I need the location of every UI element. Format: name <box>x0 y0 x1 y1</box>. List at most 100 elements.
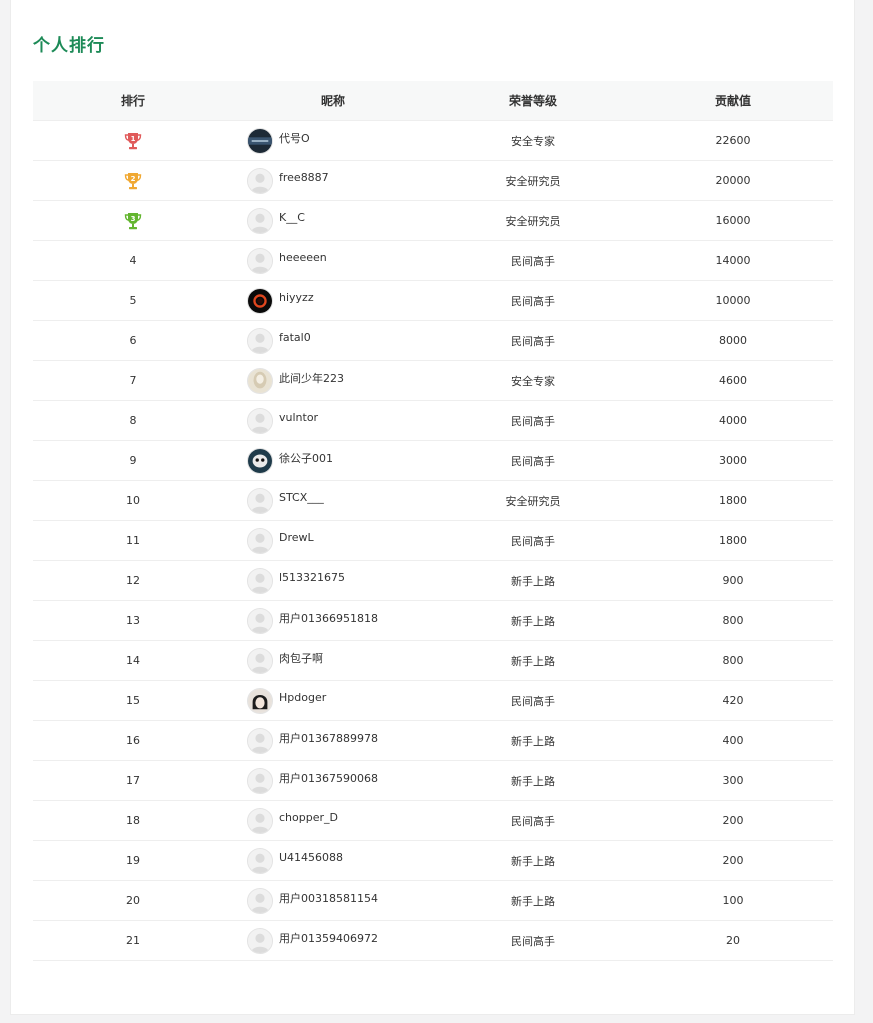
avatar[interactable] <box>247 447 273 474</box>
rank-number: 14 <box>126 654 140 667</box>
nickname-cell: 徐公子001 <box>233 447 433 474</box>
nickname-link[interactable]: l513321675 <box>279 571 345 584</box>
table-row: 18 chopper_D 民间高手 200 <box>33 801 833 841</box>
nickname-link[interactable]: 代号O <box>279 130 310 146</box>
honor-level: 民间高手 <box>511 934 555 948</box>
ranking-card: 个人排行 排行 昵称 荣誉等级 贡献值 1 代号O 安全专家 22600 2 free88… <box>10 0 855 1015</box>
table-row: 5 hiyyzz 民间高手 10000 <box>33 281 833 321</box>
contribution-value: 800 <box>722 654 744 667</box>
avatar[interactable] <box>247 687 273 714</box>
nickname-link[interactable]: chopper_D <box>279 811 338 824</box>
avatar[interactable] <box>247 367 273 394</box>
nickname-cell: 肉包子啊 <box>233 647 433 674</box>
honor-level: 安全研究员 <box>505 174 561 188</box>
nickname-cell: chopper_D <box>233 807 433 834</box>
nickname-link[interactable]: 用户01366951818 <box>279 610 378 626</box>
nickname-link[interactable]: 用户00318581154 <box>279 890 378 906</box>
avatar[interactable] <box>247 327 273 354</box>
rank-number: 16 <box>126 734 140 747</box>
avatar[interactable] <box>247 927 273 954</box>
nickname-cell: heeeeen <box>233 247 433 274</box>
nickname-cell: l513321675 <box>233 567 433 594</box>
table-row: 7 此间少年223 安全专家 4600 <box>33 361 833 401</box>
rank-number: 15 <box>126 694 140 707</box>
nickname-cell: U41456088 <box>233 847 433 874</box>
nickname-cell: vulntor <box>233 407 433 434</box>
contribution-value: 20 <box>726 934 740 947</box>
nickname-link[interactable]: 用户01359406972 <box>279 930 378 946</box>
avatar[interactable] <box>247 887 273 914</box>
contribution-value: 200 <box>722 854 744 867</box>
avatar[interactable] <box>247 487 273 514</box>
honor-level: 新手上路 <box>511 614 555 628</box>
rank-trophy-icon: 2 <box>33 171 233 191</box>
avatar[interactable] <box>247 567 273 594</box>
table-row: 15 Hpdoger 民间高手 420 <box>33 681 833 721</box>
avatar[interactable] <box>247 807 273 834</box>
svg-text:1: 1 <box>131 135 136 143</box>
nickname-link[interactable]: U41456088 <box>279 851 343 864</box>
nickname-link[interactable]: 此间少年223 <box>279 370 344 386</box>
nickname-link[interactable]: DrewL <box>279 531 314 544</box>
table-row: 1 代号O 安全专家 22600 <box>33 121 833 161</box>
honor-level: 新手上路 <box>511 854 555 868</box>
nickname-cell: 用户00318581154 <box>233 887 433 914</box>
avatar[interactable] <box>247 287 273 314</box>
nickname-link[interactable]: heeeeen <box>279 251 327 264</box>
nickname-link[interactable]: fatal0 <box>279 331 311 344</box>
rank-number: 6 <box>129 334 137 347</box>
svg-text:2: 2 <box>131 175 136 183</box>
table-row: 21 用户01359406972 民间高手 20 <box>33 921 833 961</box>
avatar[interactable] <box>247 607 273 634</box>
nickname-link[interactable]: 徐公子001 <box>279 450 333 466</box>
rank-number: 12 <box>126 574 140 587</box>
nickname-link[interactable]: STCX___ <box>279 491 324 504</box>
avatar[interactable] <box>247 167 273 194</box>
honor-level: 新手上路 <box>511 734 555 748</box>
honor-level: 新手上路 <box>511 654 555 668</box>
nickname-link[interactable]: 用户01367590068 <box>279 770 378 786</box>
nickname-link[interactable]: K__C <box>279 211 305 224</box>
avatar[interactable] <box>247 247 273 274</box>
honor-level: 民间高手 <box>511 534 555 548</box>
contribution-value: 200 <box>722 814 744 827</box>
nickname-link[interactable]: 用户01367889978 <box>279 730 378 746</box>
avatar[interactable] <box>247 127 273 154</box>
table-row: 9 徐公子001 民间高手 3000 <box>33 441 833 481</box>
avatar[interactable] <box>247 527 273 554</box>
nickname-link[interactable]: Hpdoger <box>279 691 326 704</box>
rank-number: 20 <box>126 894 140 907</box>
nickname-link[interactable]: vulntor <box>279 411 318 424</box>
honor-level: 民间高手 <box>511 694 555 708</box>
rank-number: 13 <box>126 614 140 627</box>
nickname-cell: 用户01367889978 <box>233 727 433 754</box>
avatar[interactable] <box>247 647 273 674</box>
contribution-value: 300 <box>722 774 744 787</box>
nickname-cell: 用户01367590068 <box>233 767 433 794</box>
header-contribution: 贡献值 <box>714 94 751 108</box>
contribution-value: 4000 <box>719 414 747 427</box>
contribution-value: 1800 <box>719 534 747 547</box>
honor-level: 民间高手 <box>511 454 555 468</box>
nickname-link[interactable]: hiyyzz <box>279 291 314 304</box>
honor-level: 民间高手 <box>511 334 555 348</box>
rank-number: 4 <box>129 254 137 267</box>
avatar[interactable] <box>247 407 273 434</box>
table-row: 14 肉包子啊 新手上路 800 <box>33 641 833 681</box>
nickname-cell: K__C <box>233 207 433 234</box>
avatar[interactable] <box>247 847 273 874</box>
avatar[interactable] <box>247 207 273 234</box>
nickname-cell: DrewL <box>233 527 433 554</box>
table-header: 排行 昵称 荣誉等级 贡献值 <box>33 81 833 121</box>
nickname-link[interactable]: 肉包子啊 <box>279 650 323 666</box>
avatar[interactable] <box>247 767 273 794</box>
nickname-cell: 此间少年223 <box>233 367 433 394</box>
nickname-link[interactable]: free8887 <box>279 171 329 184</box>
avatar[interactable] <box>247 727 273 754</box>
table-row: 4 heeeeen 民间高手 14000 <box>33 241 833 281</box>
contribution-value: 22600 <box>715 134 751 147</box>
rank-number: 18 <box>126 814 140 827</box>
contribution-value: 20000 <box>715 174 751 187</box>
honor-level: 民间高手 <box>511 814 555 828</box>
table-row: 12 l513321675 新手上路 900 <box>33 561 833 601</box>
